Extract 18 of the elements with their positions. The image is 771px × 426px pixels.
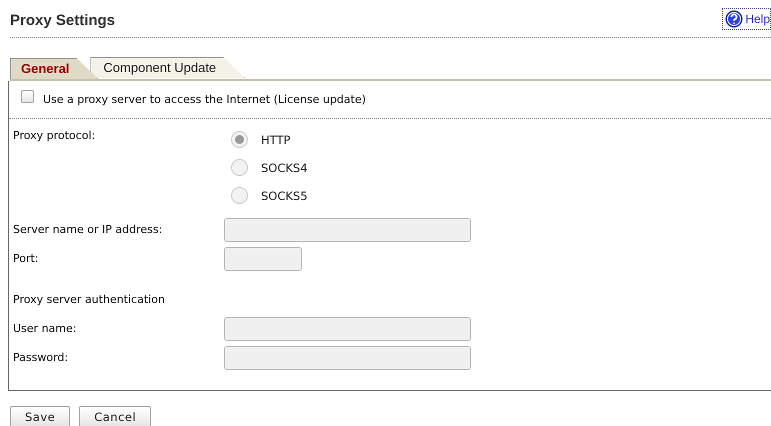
field-label: Port:	[13, 252, 40, 265]
action-button[interactable]: Save	[10, 406, 70, 426]
field-label: Password:	[13, 351, 70, 364]
radio-label: SOCKS5	[261, 188, 308, 202]
field-label: Proxy protocol:	[13, 129, 96, 142]
section-heading: Proxy server authentication	[12, 292, 166, 308]
action-button[interactable]: Cancel	[79, 406, 152, 426]
field-label: Server name or IP address:	[13, 223, 164, 236]
checkbox-label: Use a proxy server to access the Internet (License update)	[43, 93, 366, 106]
help-icon	[725, 10, 744, 28]
field-label: User name:	[13, 322, 78, 335]
radio-label: HTTP	[261, 132, 290, 146]
help-link[interactable]: Help	[722, 8, 771, 30]
checkbox[interactable]	[21, 90, 34, 103]
radio-label: SOCKS4	[261, 160, 308, 174]
page-title: Proxy Settings	[10, 12, 116, 29]
tab[interactable]: Component Update	[90, 57, 246, 78]
tab[interactable]: General	[10, 58, 98, 79]
